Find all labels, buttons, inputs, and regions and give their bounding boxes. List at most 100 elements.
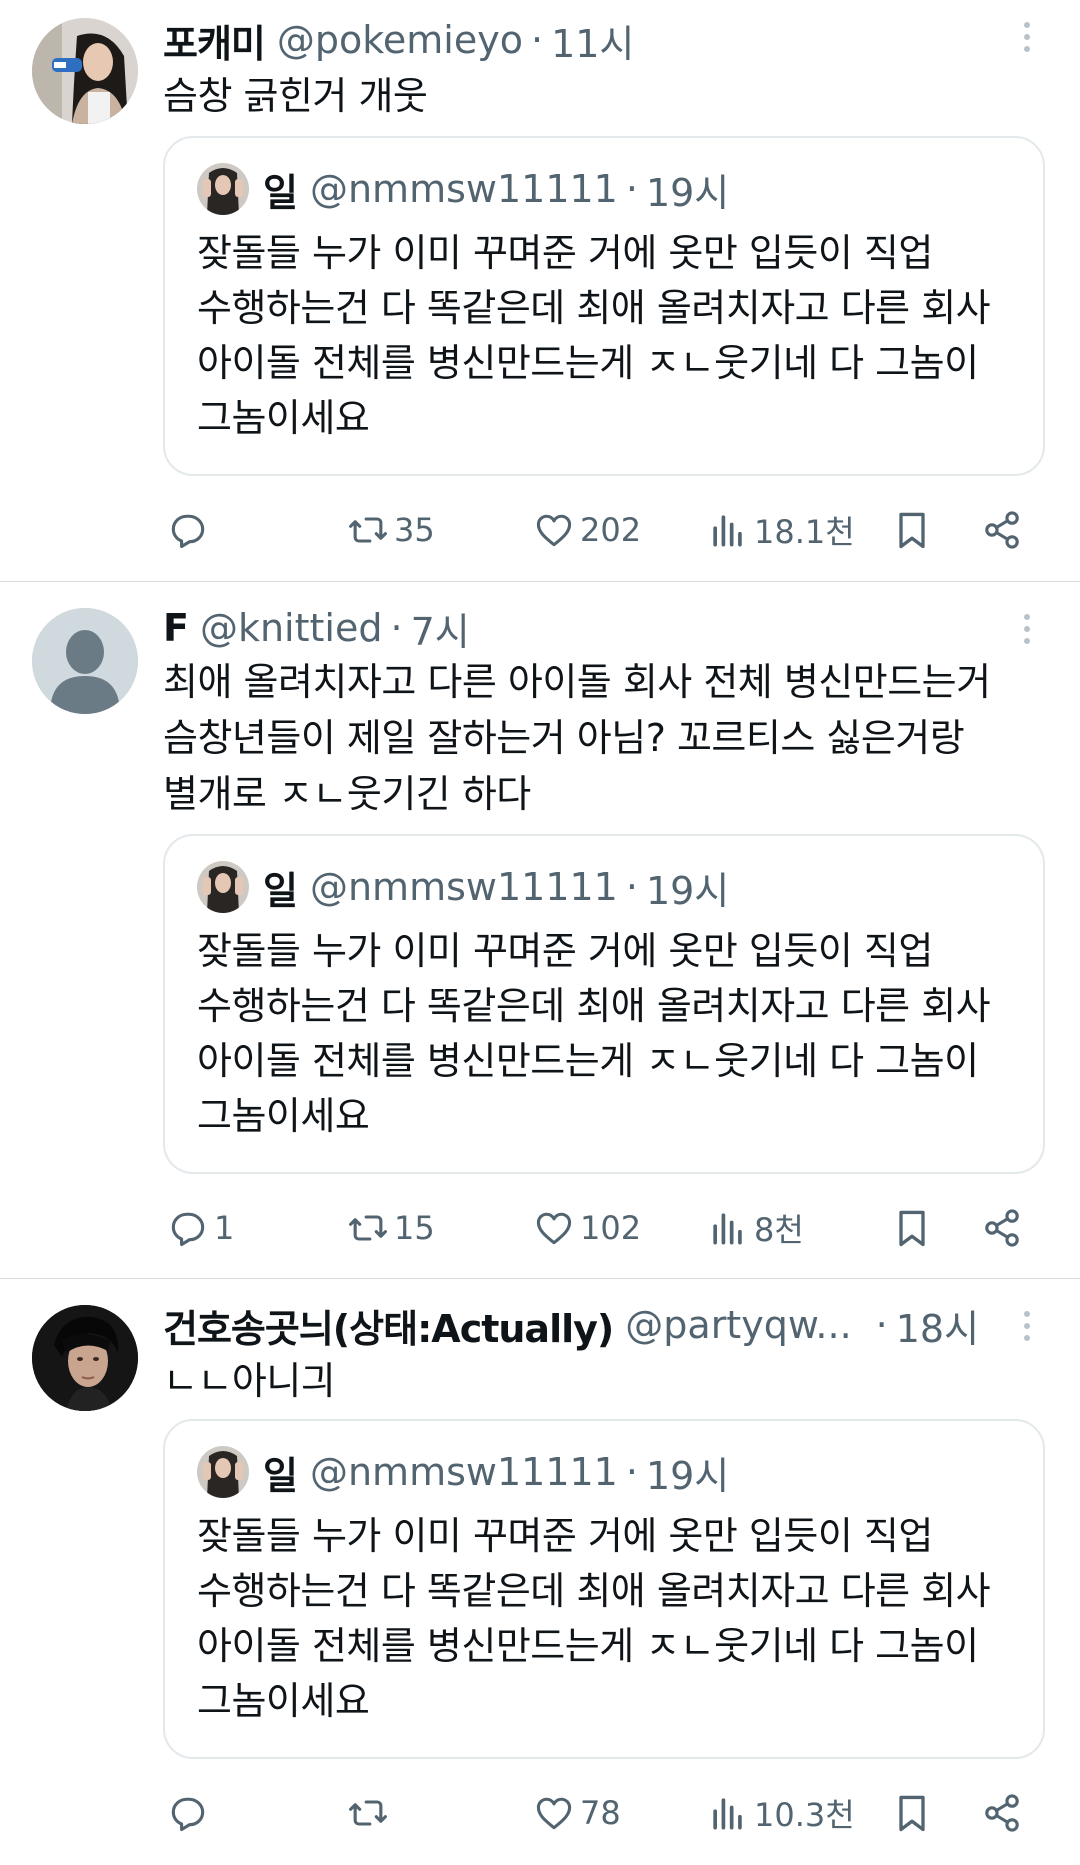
quoted-tweet[interactable]: 일 @nmmsw11111 · 19시 잦돌들 누가 이미 꾸며준 거에 옷만 … bbox=[163, 834, 1045, 1174]
quoted-avatar bbox=[197, 163, 249, 215]
quoted-text: 잦돌들 누가 이미 꾸며준 거에 옷만 입듯이 직업 수행하는건 다 똑같은데 … bbox=[197, 231, 991, 440]
quoted-handle: @nmmsw11111 bbox=[309, 1450, 618, 1494]
tweet[interactable]: F @knittied · 7시 최애 올려치자고 다른 아이돌 회사 전체 병… bbox=[0, 582, 1080, 1278]
view-count: 18.1천 bbox=[754, 513, 855, 551]
bookmark-button[interactable] bbox=[890, 500, 934, 560]
share-icon bbox=[985, 1794, 1019, 1832]
quoted-display-name: 일 bbox=[263, 170, 298, 215]
timestamp[interactable]: 18시 bbox=[896, 1298, 979, 1353]
separator-dot: · bbox=[530, 18, 544, 62]
tweet[interactable]: 건호송곳늬(상태:Actually) @partyqw... · 18시 ㄴㄴ아… bbox=[0, 1279, 1080, 1865]
quoted-tweet-header: 일 @nmmsw11111 · 19시 bbox=[197, 1445, 729, 1499]
display-name[interactable]: F bbox=[163, 606, 189, 650]
action-bar: 35 202 18.1천 bbox=[0, 500, 1080, 560]
avatar[interactable] bbox=[32, 1305, 138, 1411]
quoted-tweet-header: 일 @nmmsw11111 · 19시 bbox=[197, 162, 729, 216]
share-button[interactable] bbox=[980, 1198, 1024, 1258]
share-button[interactable] bbox=[980, 1783, 1024, 1843]
retweet-button[interactable]: 15 bbox=[346, 1198, 435, 1258]
retweet-count: 35 bbox=[394, 511, 435, 549]
views-button[interactable]: 8천 bbox=[706, 1198, 804, 1258]
bookmark-icon bbox=[899, 1795, 925, 1832]
user-handle[interactable]: @partyqw... bbox=[625, 1303, 851, 1347]
bookmark-button[interactable] bbox=[890, 1198, 934, 1258]
quoted-avatar bbox=[197, 861, 249, 913]
retweet-button[interactable]: 35 bbox=[346, 500, 435, 560]
views-button[interactable]: 18.1천 bbox=[706, 500, 855, 560]
separator-dot: · bbox=[625, 1450, 638, 1494]
view-count: 8천 bbox=[754, 1211, 804, 1249]
quoted-timestamp: 19시 bbox=[645, 868, 730, 913]
tweet-header: 건호송곳늬(상태:Actually) @partyqw... · 18시 bbox=[163, 1299, 979, 1351]
quoted-handle: @nmmsw11111 bbox=[309, 167, 618, 211]
tweet-text: 슴창 긁힌거 개웃 bbox=[163, 74, 428, 118]
like-icon bbox=[536, 1212, 572, 1245]
default-avatar-icon bbox=[32, 608, 138, 714]
tweet-header: 포캐미 @pokemieyo · 11시 bbox=[163, 14, 634, 66]
like-icon bbox=[536, 1797, 572, 1830]
views-icon bbox=[713, 1798, 742, 1830]
timestamp[interactable]: 11시 bbox=[551, 13, 634, 68]
views-button[interactable]: 10.3천 bbox=[706, 1783, 855, 1843]
like-count: 202 bbox=[580, 511, 642, 549]
view-count: 10.3천 bbox=[754, 1796, 855, 1834]
avatar[interactable] bbox=[32, 608, 138, 714]
quoted-timestamp: 19시 bbox=[645, 1453, 730, 1498]
separator-dot: · bbox=[625, 167, 638, 211]
display-name[interactable]: 포캐미 bbox=[163, 13, 266, 68]
quoted-handle: @nmmsw11111 bbox=[309, 865, 618, 909]
quoted-text: 잦돌들 누가 이미 꾸며준 거에 옷만 입듯이 직업 수행하는건 다 똑같은데 … bbox=[197, 1514, 991, 1723]
action-bar: 78 10.3천 bbox=[0, 1783, 1080, 1843]
tweet[interactable]: 포캐미 @pokemieyo · 11시 슴창 긁힌거 개웃 일 @nmmsw1… bbox=[0, 0, 1080, 582]
retweet-icon bbox=[349, 1215, 387, 1241]
share-icon bbox=[985, 511, 1019, 549]
quoted-tweet[interactable]: 일 @nmmsw11111 · 19시 잦돌들 누가 이미 꾸며준 거에 옷만 … bbox=[163, 136, 1045, 476]
bookmark-button[interactable] bbox=[890, 1783, 934, 1843]
like-button[interactable]: 202 bbox=[532, 500, 641, 560]
avatar[interactable] bbox=[32, 18, 138, 124]
more-icon[interactable] bbox=[1015, 610, 1039, 654]
tweet-text: 최애 올려치자고 다른 아이돌 회사 전체 병신만드는거 슴창년들이 제일 잘하… bbox=[163, 660, 991, 816]
tweet-header: F @knittied · 7시 bbox=[163, 602, 470, 654]
quoted-tweet[interactable]: 일 @nmmsw11111 · 19시 잦돌들 누가 이미 꾸며준 거에 옷만 … bbox=[163, 1419, 1045, 1759]
reply-icon bbox=[171, 1797, 205, 1832]
retweet-button[interactable] bbox=[346, 1783, 394, 1843]
tweet-text: ㄴㄴ아니긔 bbox=[163, 1359, 336, 1403]
retweet-icon bbox=[349, 1800, 387, 1826]
separator-dot: · bbox=[875, 1303, 888, 1347]
share-button[interactable] bbox=[980, 500, 1024, 560]
reply-button[interactable] bbox=[166, 500, 214, 560]
separator-dot: · bbox=[625, 865, 638, 909]
more-icon[interactable] bbox=[1015, 18, 1039, 62]
like-button[interactable]: 78 bbox=[532, 1783, 621, 1843]
user-handle[interactable]: @pokemieyo bbox=[277, 18, 523, 62]
quoted-display-name: 일 bbox=[263, 868, 298, 913]
quoted-text: 잦돌들 누가 이미 꾸며준 거에 옷만 입듯이 직업 수행하는건 다 똑같은데 … bbox=[197, 929, 991, 1138]
retweet-count: 15 bbox=[394, 1209, 435, 1247]
reply-button[interactable]: 1 bbox=[166, 1198, 234, 1258]
like-icon bbox=[536, 514, 572, 547]
quoted-timestamp: 19시 bbox=[645, 170, 730, 215]
quoted-display-name: 일 bbox=[263, 1453, 298, 1498]
separator-dot: · bbox=[390, 606, 403, 650]
timestamp[interactable]: 7시 bbox=[411, 601, 470, 656]
like-button[interactable]: 102 bbox=[532, 1198, 641, 1258]
retweet-icon bbox=[349, 517, 387, 543]
display-name[interactable]: 건호송곳늬(상태:Actually) bbox=[163, 1298, 614, 1353]
like-count: 102 bbox=[580, 1209, 642, 1247]
user-handle[interactable]: @knittied bbox=[200, 606, 383, 650]
share-icon bbox=[985, 1209, 1019, 1247]
more-icon[interactable] bbox=[1015, 1307, 1039, 1351]
action-bar: 1 15 102 8천 bbox=[0, 1198, 1080, 1258]
quoted-avatar bbox=[197, 1446, 249, 1498]
views-icon bbox=[713, 515, 742, 547]
reply-icon bbox=[171, 514, 205, 549]
reply-button[interactable] bbox=[166, 1783, 214, 1843]
like-count: 78 bbox=[580, 1794, 621, 1832]
bookmark-icon bbox=[899, 1210, 925, 1247]
reply-count: 1 bbox=[214, 1209, 235, 1247]
bookmark-icon bbox=[899, 512, 925, 549]
reply-icon bbox=[171, 1212, 205, 1247]
quoted-tweet-header: 일 @nmmsw11111 · 19시 bbox=[197, 860, 729, 914]
views-icon bbox=[713, 1213, 742, 1245]
